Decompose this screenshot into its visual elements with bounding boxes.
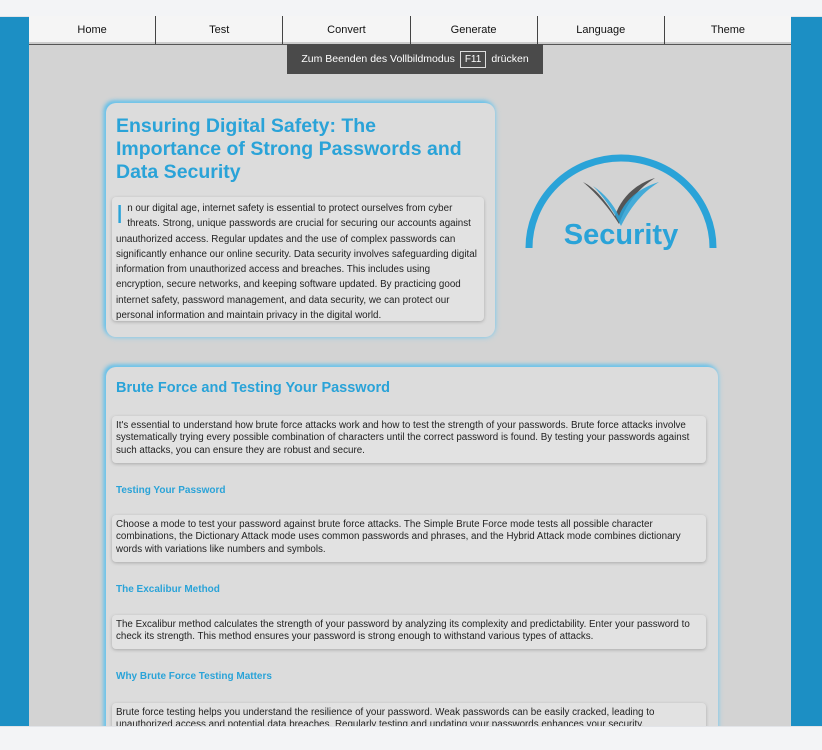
section-body-testing: Choose a mode to test your password agai… xyxy=(112,515,706,562)
section-title-why: Why Brute Force Testing Matters xyxy=(116,671,272,682)
intro-title: Ensuring Digital Safety: The Importance … xyxy=(116,115,462,183)
fullscreen-banner-text: Zum Beenden des Vollbildmodus xyxy=(301,53,455,65)
section-title-excalibur: The Excalibur Method xyxy=(116,584,220,595)
intro-paragraph: I n our digital age, internet safety is … xyxy=(112,197,484,321)
section-title-testing: Testing Your Password xyxy=(116,485,226,496)
browser-bottom-strip xyxy=(0,726,822,750)
browser-top-strip xyxy=(0,0,822,17)
f11-key-badge: F11 xyxy=(459,50,487,68)
nav-theme[interactable]: Theme xyxy=(665,16,791,44)
brute-force-title: Brute Force and Testing Your Password xyxy=(116,380,390,396)
nav-convert[interactable]: Convert xyxy=(283,16,411,44)
nav-language[interactable]: Language xyxy=(538,16,665,44)
fullscreen-exit-banner: Zum Beenden des Vollbildmodus F11 drücke… xyxy=(287,44,543,74)
security-logo: Security xyxy=(525,154,717,251)
intro-dropcap: I xyxy=(116,199,124,229)
nav-generate[interactable]: Generate xyxy=(411,16,538,44)
section-body-excalibur: The Excalibur method calculates the stre… xyxy=(112,615,706,649)
page-content: Home Test Convert Generate Language Them… xyxy=(29,16,791,726)
section-body-why: Brute force testing helps you understand… xyxy=(112,703,706,726)
brute-force-card: Brute Force and Testing Your Password It… xyxy=(106,367,718,726)
main-nav: Home Test Convert Generate Language Them… xyxy=(29,16,791,45)
intro-card: Ensuring Digital Safety: The Importance … xyxy=(106,103,495,337)
logo-text: Security xyxy=(564,219,678,251)
fullscreen-banner-suffix: drücken xyxy=(491,53,529,65)
nav-home[interactable]: Home xyxy=(29,16,157,44)
brute-force-intro: It's essential to understand how brute f… xyxy=(112,416,706,463)
nav-test[interactable]: Test xyxy=(156,16,284,44)
intro-body: n our digital age, internet safety is es… xyxy=(116,203,477,322)
